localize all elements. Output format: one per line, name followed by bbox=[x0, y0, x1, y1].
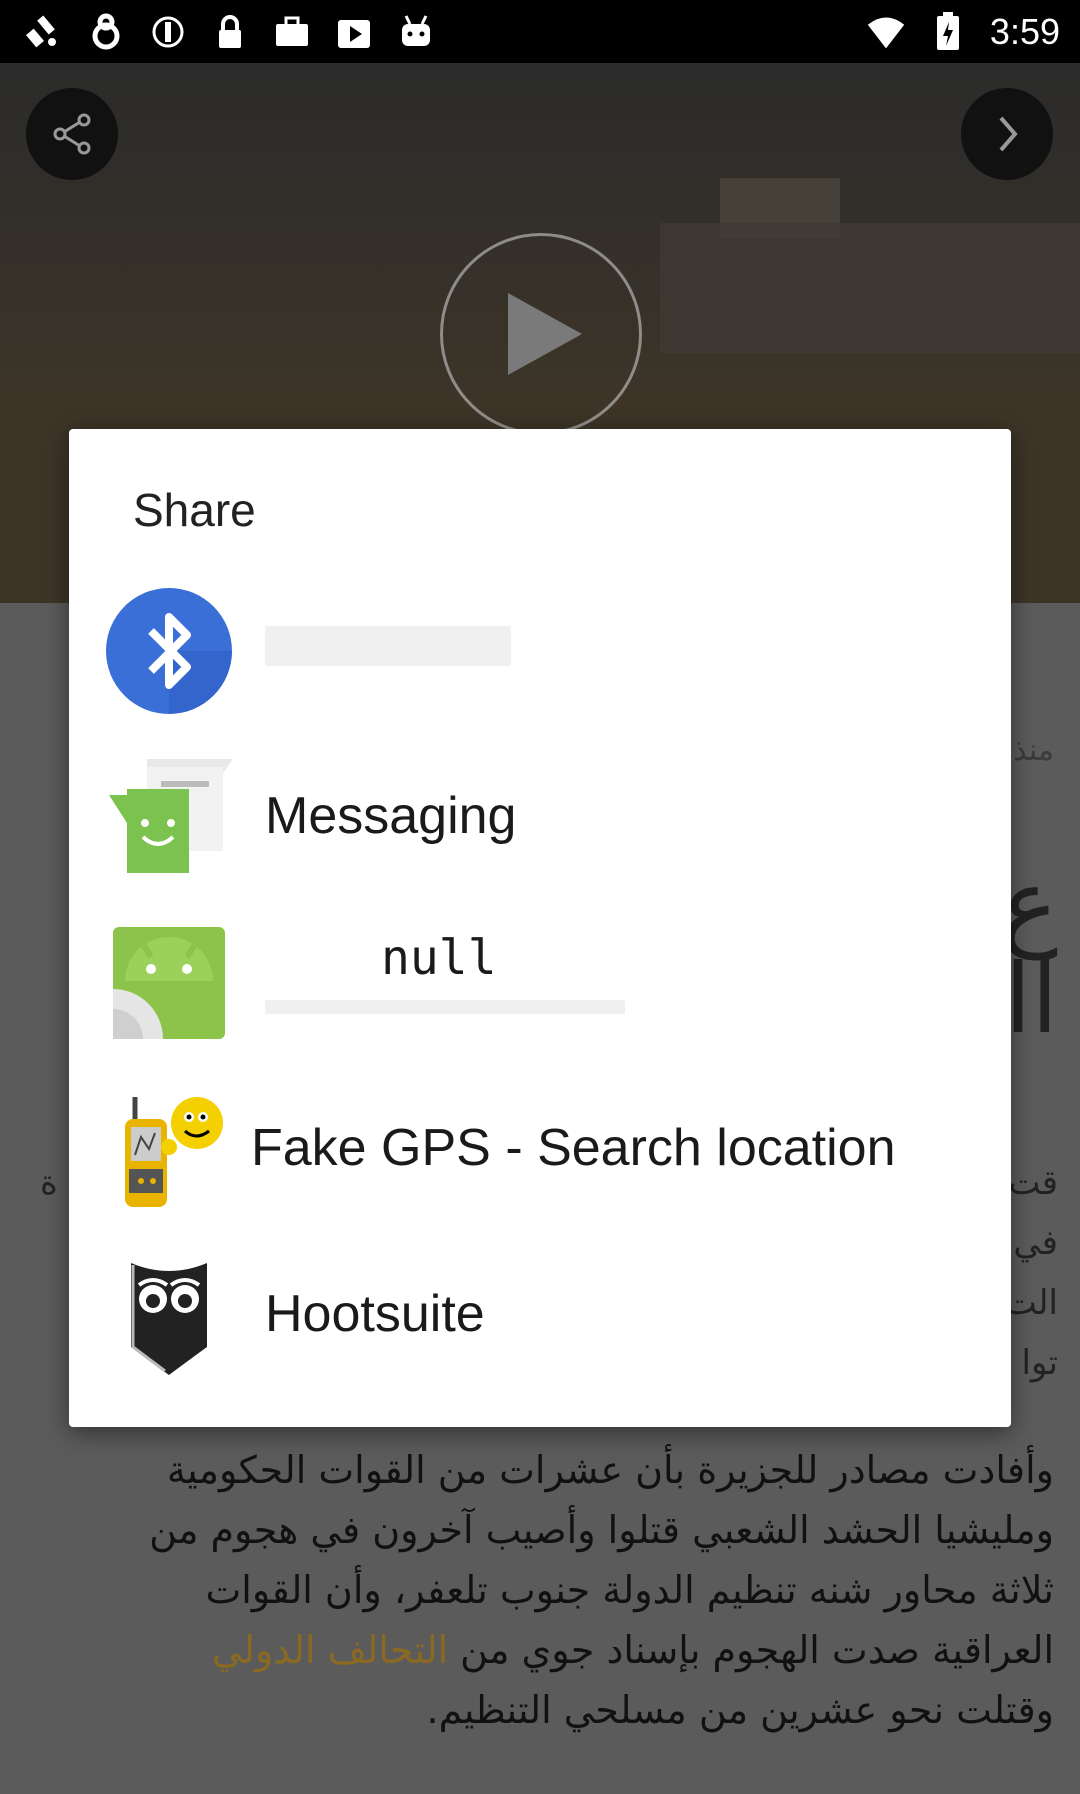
side-fragment: في bbox=[1013, 1223, 1058, 1263]
bluetooth-icon bbox=[105, 587, 233, 715]
article-line: العراقية صدت الهجوم بإسناد جوي من التحال… bbox=[14, 1628, 1054, 1672]
side-fragment: قت bbox=[1008, 1163, 1058, 1203]
battery-charging-icon bbox=[928, 11, 968, 52]
article-link[interactable]: التحالف الدولي bbox=[212, 1628, 448, 1672]
null-label-redaction bbox=[265, 1000, 625, 1014]
play-icon bbox=[508, 293, 582, 375]
dialog-title: Share bbox=[133, 484, 256, 536]
fake-gps-label: Fake GPS - Search location bbox=[251, 1119, 896, 1177]
briefcase-icon bbox=[272, 12, 312, 52]
share-dialog: Share Messaging null Fake GPS - Search l… bbox=[69, 429, 1011, 1427]
clock: 3:59 bbox=[989, 10, 1060, 52]
hootsuite-owl-icon bbox=[105, 1251, 233, 1379]
share-button[interactable] bbox=[26, 88, 118, 180]
wifi-icon bbox=[866, 12, 906, 52]
share-target-null[interactable]: null bbox=[69, 900, 1011, 1066]
article-line: ومليشيا الحشد الشعبي قتلوا وأصيب آخرون ف… bbox=[149, 1508, 1054, 1552]
article-line-text: العراقية صدت الهجوم بإسناد جوي من bbox=[460, 1628, 1054, 1672]
next-button[interactable] bbox=[961, 88, 1053, 180]
headline-fragment: اا bbox=[1004, 943, 1058, 1055]
share-target-messaging[interactable]: Messaging bbox=[69, 734, 1011, 900]
android-app-icon bbox=[105, 919, 233, 1047]
bluetooth-label bbox=[265, 626, 511, 666]
side-fragment: ة bbox=[40, 1163, 58, 1203]
hootsuite-label: Hootsuite bbox=[265, 1285, 485, 1343]
play-store-icon bbox=[334, 12, 374, 52]
fake-gps-icon bbox=[24, 12, 64, 52]
play-button[interactable] bbox=[440, 233, 642, 435]
messaging-icon bbox=[105, 753, 233, 881]
article-meta: منذ bbox=[1013, 733, 1054, 768]
null-app-label: null bbox=[381, 930, 497, 986]
side-fragment: الت bbox=[1004, 1283, 1058, 1323]
article-line: ثلاثة محاور شنه تنظيم الدولة جنوب تلعفر،… bbox=[205, 1568, 1054, 1612]
sync-icon bbox=[148, 12, 188, 52]
alarm-icon bbox=[86, 12, 126, 52]
next-icon bbox=[999, 116, 1018, 152]
share-target-fake-gps[interactable]: Fake GPS - Search location bbox=[69, 1066, 1011, 1232]
share-icon bbox=[53, 113, 91, 155]
android-icon bbox=[396, 12, 436, 52]
share-target-hootsuite[interactable]: Hootsuite bbox=[69, 1232, 1011, 1398]
status-bar: 3:59 bbox=[0, 0, 1080, 63]
share-target-bluetooth[interactable] bbox=[69, 568, 1011, 734]
messaging-label: Messaging bbox=[265, 787, 517, 845]
lock-icon bbox=[210, 12, 250, 52]
article-line: وأفادت مصادر للجزيرة بأن عشرات من القوات… bbox=[166, 1448, 1054, 1492]
side-fragment: توا bbox=[1021, 1343, 1058, 1383]
fake-gps-app-icon bbox=[105, 1085, 233, 1213]
article-line: وقتلت نحو عشرين من مسلحي التنظيم. bbox=[426, 1688, 1054, 1732]
